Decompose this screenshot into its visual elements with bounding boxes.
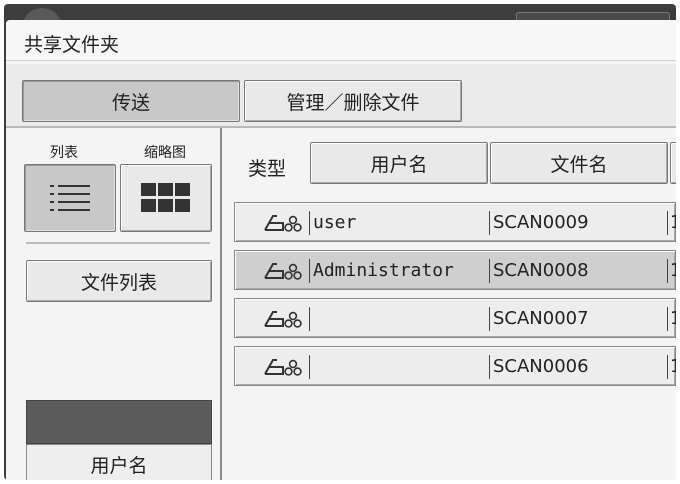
sort-by-next-column-button[interactable] xyxy=(670,142,676,184)
next-column-cell: 1 xyxy=(670,212,676,233)
column-separator xyxy=(309,355,310,379)
next-column-cell: 1 xyxy=(670,356,676,377)
screen: 共享文件夹 传送 管理／删除文件 列表 缩略图 文件列表 用户名 类型 用户名 … xyxy=(6,20,676,480)
user-cell: user xyxy=(313,212,357,233)
tab-send[interactable]: 传送 xyxy=(22,80,240,122)
scanner-icon xyxy=(263,260,311,282)
sort-by-user-button[interactable]: 用户名 xyxy=(310,142,488,184)
column-separator xyxy=(309,211,310,235)
column-separator xyxy=(309,259,310,283)
divider xyxy=(26,242,210,244)
filename-cell: SCAN0009 xyxy=(493,212,589,233)
window-title: 共享文件夹 xyxy=(24,34,120,56)
column-separator xyxy=(667,355,668,379)
thumbnail-view-label: 缩略图 xyxy=(144,145,186,161)
list-view-button[interactable] xyxy=(24,164,116,232)
user-cell: Administrator xyxy=(313,260,454,281)
type-column-label: 类型 xyxy=(248,158,287,180)
list-icon xyxy=(50,185,90,211)
next-column-cell: 1 xyxy=(670,308,676,329)
sort-by-filename-button[interactable]: 文件名 xyxy=(490,142,668,184)
next-column-cell: 1 xyxy=(670,260,676,281)
filename-cell: SCAN0007 xyxy=(493,308,589,329)
filename-cell: SCAN0008 xyxy=(493,260,589,281)
column-separator xyxy=(489,211,490,235)
column-separator xyxy=(309,307,310,331)
filename-cell: SCAN0006 xyxy=(493,356,589,377)
title-bar: 共享文件夹 xyxy=(6,20,676,61)
file-row[interactable]: Administrator SCAN0008 1 xyxy=(234,250,676,290)
mode-tabs-panel: 传送 管理／删除文件 xyxy=(6,64,676,128)
left-panel: 列表 缩略图 文件列表 用户名 xyxy=(6,128,222,480)
scanner-icon xyxy=(263,356,311,378)
column-separator xyxy=(489,355,490,379)
column-separator xyxy=(667,259,668,283)
column-separator xyxy=(667,211,668,235)
tab-manage-delete-files[interactable]: 管理／删除文件 xyxy=(244,80,462,122)
scanner-icon xyxy=(263,308,311,330)
thumbnail-view-button[interactable] xyxy=(120,164,212,232)
scanner-icon xyxy=(263,212,311,234)
username-header-bar xyxy=(26,400,212,444)
username-button[interactable]: 用户名 xyxy=(26,444,212,480)
thumbnail-grid-icon xyxy=(141,183,190,212)
column-separator xyxy=(667,307,668,331)
column-separator xyxy=(489,307,490,331)
list-view-label: 列表 xyxy=(50,145,78,161)
file-row[interactable]: SCAN0006 1 xyxy=(234,346,676,386)
file-row[interactable]: SCAN0007 1 xyxy=(234,298,676,338)
column-separator xyxy=(489,259,490,283)
file-row[interactable]: user SCAN0009 1 xyxy=(234,202,676,242)
file-list-panel: 类型 用户名 文件名 user SCAN0009 1 Administrator SCA… xyxy=(222,128,676,480)
file-list-button[interactable]: 文件列表 xyxy=(26,260,212,302)
